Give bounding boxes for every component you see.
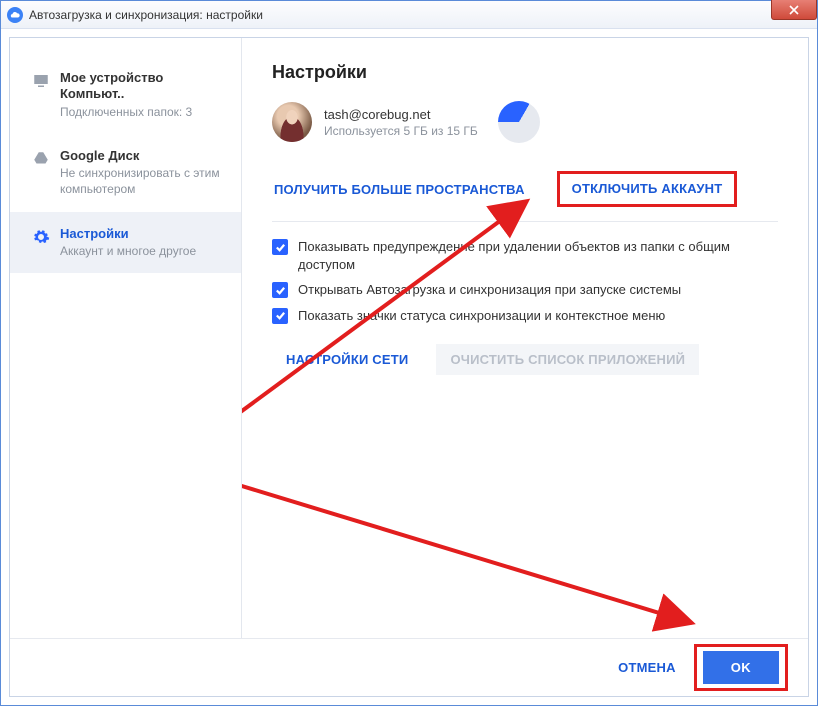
sidebar-item-my-device[interactable]: Мое устройство Компьют.. Подключенных па… — [10, 56, 241, 134]
footer: ОТМЕНА OK — [10, 638, 808, 696]
ok-button[interactable]: OK — [703, 651, 779, 684]
monitor-icon — [28, 70, 54, 120]
gear-icon — [28, 226, 54, 260]
clear-app-list-button: ОЧИСТИТЬ СПИСОК ПРИЛОЖЕНИЙ — [436, 344, 699, 375]
drive-icon — [28, 148, 54, 197]
annotation-highlight-ok: OK — [694, 644, 788, 691]
checkbox-row-warning: Показывать предупреждение при удалении о… — [272, 238, 778, 273]
sidebar: Мое устройство Компьют.. Подключенных па… — [10, 38, 242, 638]
body: Мое устройство Компьют.. Подключенных па… — [1, 29, 817, 705]
app-window: Автозагрузка и синхронизация: настройки … — [0, 0, 818, 706]
sidebar-item-sub: Не синхронизировать с этим компьютером — [60, 166, 227, 197]
checkbox-label: Показывать предупреждение при удалении о… — [298, 238, 778, 273]
account-links: ПОЛУЧИТЬ БОЛЬШЕ ПРОСТРАНСТВА ОТКЛЮЧИТЬ А… — [272, 171, 778, 207]
checkbox-row-autostart: Открывать Автозагрузка и синхронизация п… — [272, 281, 778, 299]
annotation-highlight-disconnect: ОТКЛЮЧИТЬ АККАУНТ — [557, 171, 738, 207]
sidebar-item-label: Настройки — [60, 226, 196, 242]
checkbox[interactable] — [272, 239, 288, 255]
annotation-arrow-icon — [242, 473, 722, 638]
checkbox[interactable] — [272, 282, 288, 298]
avatar — [272, 102, 312, 142]
account-row: tash@corebug.net Используется 5 ГБ из 15… — [272, 101, 778, 143]
divider — [272, 221, 778, 222]
sidebar-item-label: Google Диск — [60, 148, 227, 164]
sidebar-item-google-drive[interactable]: Google Диск Не синхронизировать с этим к… — [10, 134, 241, 211]
get-more-space-link[interactable]: ПОЛУЧИТЬ БОЛЬШЕ ПРОСТРАНСТВА — [272, 178, 527, 201]
checkbox-label: Показать значки статуса синхронизации и … — [298, 307, 665, 325]
secondary-button-row: НАСТРОЙКИ СЕТИ ОЧИСТИТЬ СПИСОК ПРИЛОЖЕНИ… — [272, 344, 778, 375]
sidebar-item-label: Мое устройство Компьют.. — [60, 70, 227, 103]
cloud-sync-icon — [7, 7, 23, 23]
cancel-button[interactable]: ОТМЕНА — [618, 660, 676, 675]
storage-pie-icon — [498, 101, 540, 143]
content-frame: Мое устройство Компьют.. Подключенных па… — [9, 37, 809, 697]
titlebar: Автозагрузка и синхронизация: настройки — [1, 1, 817, 29]
window-title: Автозагрузка и синхронизация: настройки — [29, 8, 263, 22]
sidebar-item-settings[interactable]: Настройки Аккаунт и многое другое — [10, 212, 241, 274]
checkbox[interactable] — [272, 308, 288, 324]
account-email: tash@corebug.net — [324, 107, 478, 122]
sidebar-item-sub: Подключенных папок: 3 — [60, 105, 227, 121]
network-settings-button[interactable]: НАСТРОЙКИ СЕТИ — [272, 344, 422, 375]
account-usage: Используется 5 ГБ из 15 ГБ — [324, 124, 478, 138]
checkbox-row-icons: Показать значки статуса синхронизации и … — [272, 307, 778, 325]
sidebar-item-sub: Аккаунт и многое другое — [60, 244, 196, 260]
main-panel: Настройки tash@corebug.net Используется … — [242, 38, 808, 638]
close-button[interactable] — [771, 0, 817, 20]
page-title: Настройки — [272, 62, 778, 83]
checkbox-label: Открывать Автозагрузка и синхронизация п… — [298, 281, 681, 299]
disconnect-account-link[interactable]: ОТКЛЮЧИТЬ АККАУНТ — [570, 177, 725, 200]
